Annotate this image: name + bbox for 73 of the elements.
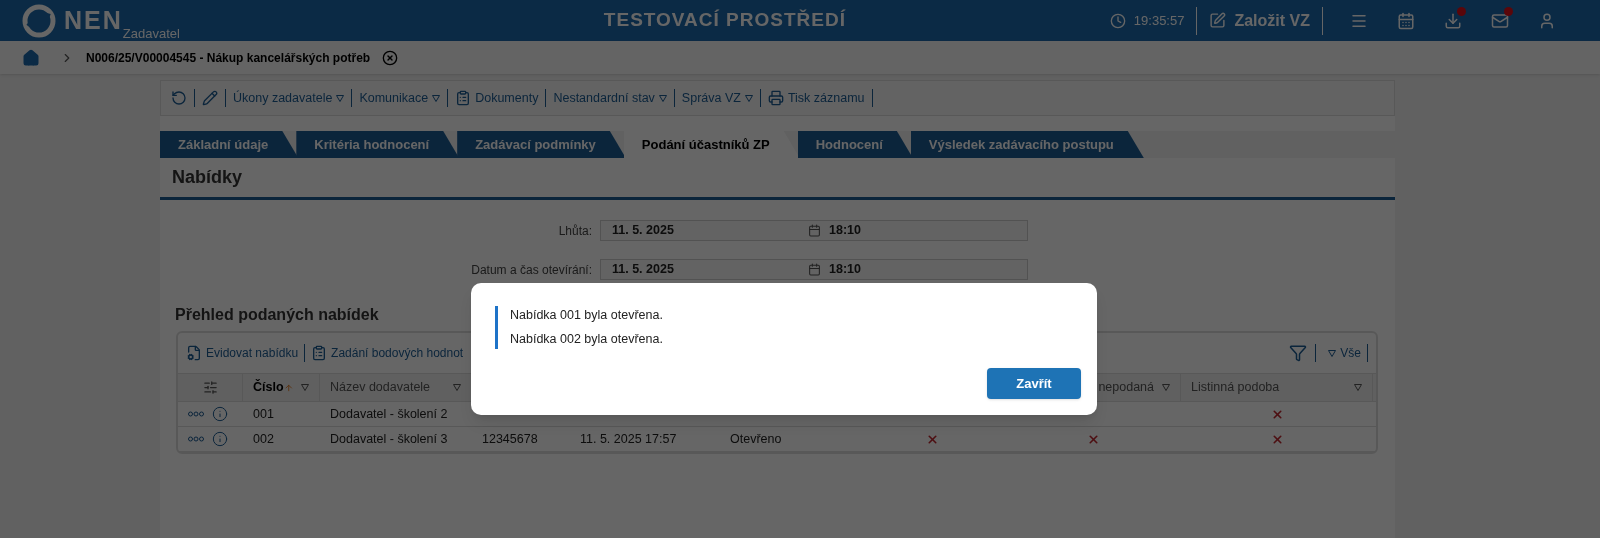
clipboard-icon <box>455 90 472 106</box>
cross-icon <box>926 432 939 446</box>
tab[interactable]: Výsledek zadávacího postupu <box>910 131 1144 158</box>
printer-icon <box>767 90 784 106</box>
toolbar-button[interactable]: Tisk záznamu <box>765 88 867 108</box>
table-cell-text: 11. 5. 2025 17:57 <box>580 430 677 448</box>
table-title: Přehled podaných nabídek <box>175 305 379 325</box>
tab[interactable]: Podání účastníků ZP <box>623 131 800 158</box>
toolbar-button[interactable]: Komunikace <box>357 88 443 108</box>
table-cell-text: Otevřeno <box>730 430 782 448</box>
caret-icon <box>432 94 441 102</box>
dialog-message: Nabídka 002 byla otevřena. <box>510 330 664 348</box>
document-gear-icon <box>186 345 202 361</box>
logo-icon <box>22 3 56 38</box>
home-icon[interactable] <box>22 48 40 67</box>
column-header[interactable]: Název dodavatele <box>330 378 431 397</box>
date-time-field[interactable]: 11. 5. 2025 18:10 <box>600 220 1028 241</box>
toolbar-button[interactable]: Správa VZ <box>679 88 755 108</box>
calendar-icon <box>808 224 821 237</box>
filter-icon[interactable] <box>1289 344 1308 362</box>
field-label: Datum a čas otevírání: <box>470 261 593 279</box>
section-title: Nabídky <box>160 158 1395 200</box>
caret-icon <box>658 94 667 102</box>
calendar-icon[interactable] <box>1396 11 1415 30</box>
dialog-message: Nabídka 001 byla otevřena. <box>510 307 664 324</box>
toolbar-button[interactable]: Nestandardní stav <box>551 88 669 108</box>
table-cell-text: 002 <box>253 430 274 448</box>
column-header[interactable]: nepodaná <box>1098 378 1154 397</box>
mail-icon[interactable] <box>1490 11 1509 30</box>
cross-icon <box>1270 407 1284 421</box>
close-icon[interactable] <box>382 49 399 66</box>
toolbar-button[interactable]: Dokumenty <box>453 88 541 108</box>
tab[interactable]: Kritéria hodnocení <box>296 131 460 158</box>
toolbar-button[interactable]: Úkony zadavatele <box>231 88 347 108</box>
column-header[interactable]: Listinná podoba <box>1191 378 1280 397</box>
breadcrumb-item[interactable]: N006/25/V00004545 - Nákup kancelářských potřeb <box>86 48 371 67</box>
tab[interactable]: Základní údaje <box>160 131 299 158</box>
info-icon[interactable] <box>212 431 228 447</box>
pencil-icon <box>1209 12 1227 29</box>
field-label: Lhůta: <box>557 222 593 240</box>
cross-icon <box>1270 432 1284 446</box>
table-action-button[interactable]: Zadání bodových hodnot <box>311 344 464 362</box>
calendar-icon <box>808 263 821 276</box>
more-icon[interactable] <box>188 411 204 417</box>
table-cell-text: Dodavatel - školení 2 <box>330 405 448 423</box>
table-cell-text: 12345678 <box>482 430 538 448</box>
refresh-icon[interactable] <box>171 90 187 106</box>
cross-icon <box>1086 432 1100 446</box>
logo-text: NEN <box>64 8 123 33</box>
more-icon[interactable] <box>188 436 204 442</box>
column-header[interactable]: Číslo <box>253 378 284 397</box>
close-button[interactable]: Zavřít <box>987 368 1081 399</box>
tab[interactable]: Hodnocení <box>797 131 913 158</box>
clock-time: 19:35:57 <box>1133 11 1185 30</box>
pencil-icon[interactable] <box>202 90 218 106</box>
tab[interactable]: Zadávací podmínky <box>457 131 626 158</box>
clipboard-icon <box>311 345 328 361</box>
create-button[interactable]: Založit VZ <box>1209 8 1310 33</box>
filter-dropdown[interactable]: Vše <box>1324 344 1361 362</box>
table-cell-text: 001 <box>253 405 274 423</box>
table-action-button[interactable]: Evidovat nabídku <box>186 344 299 362</box>
date-time-field[interactable]: 11. 5. 2025 18:10 <box>600 259 1028 280</box>
download-icon[interactable] <box>1443 11 1462 30</box>
caret-icon <box>744 94 753 102</box>
logo-subtitle: Zadavatel <box>122 26 180 40</box>
info-icon[interactable] <box>212 406 228 422</box>
table-cell-text: Dodavatel - školení 3 <box>330 430 448 448</box>
caret-icon <box>1328 349 1337 357</box>
environment-title: TESTOVACÍ PROSTŘEDÍ <box>602 8 847 33</box>
clock-icon <box>1109 12 1126 29</box>
caret-icon <box>336 94 345 102</box>
column-settings-icon[interactable] <box>202 380 218 395</box>
table-row[interactable]: 002 Dodavatel - školení 3 12345678 11. 5. 2025 17:57 Otevřeno <box>178 427 1376 452</box>
